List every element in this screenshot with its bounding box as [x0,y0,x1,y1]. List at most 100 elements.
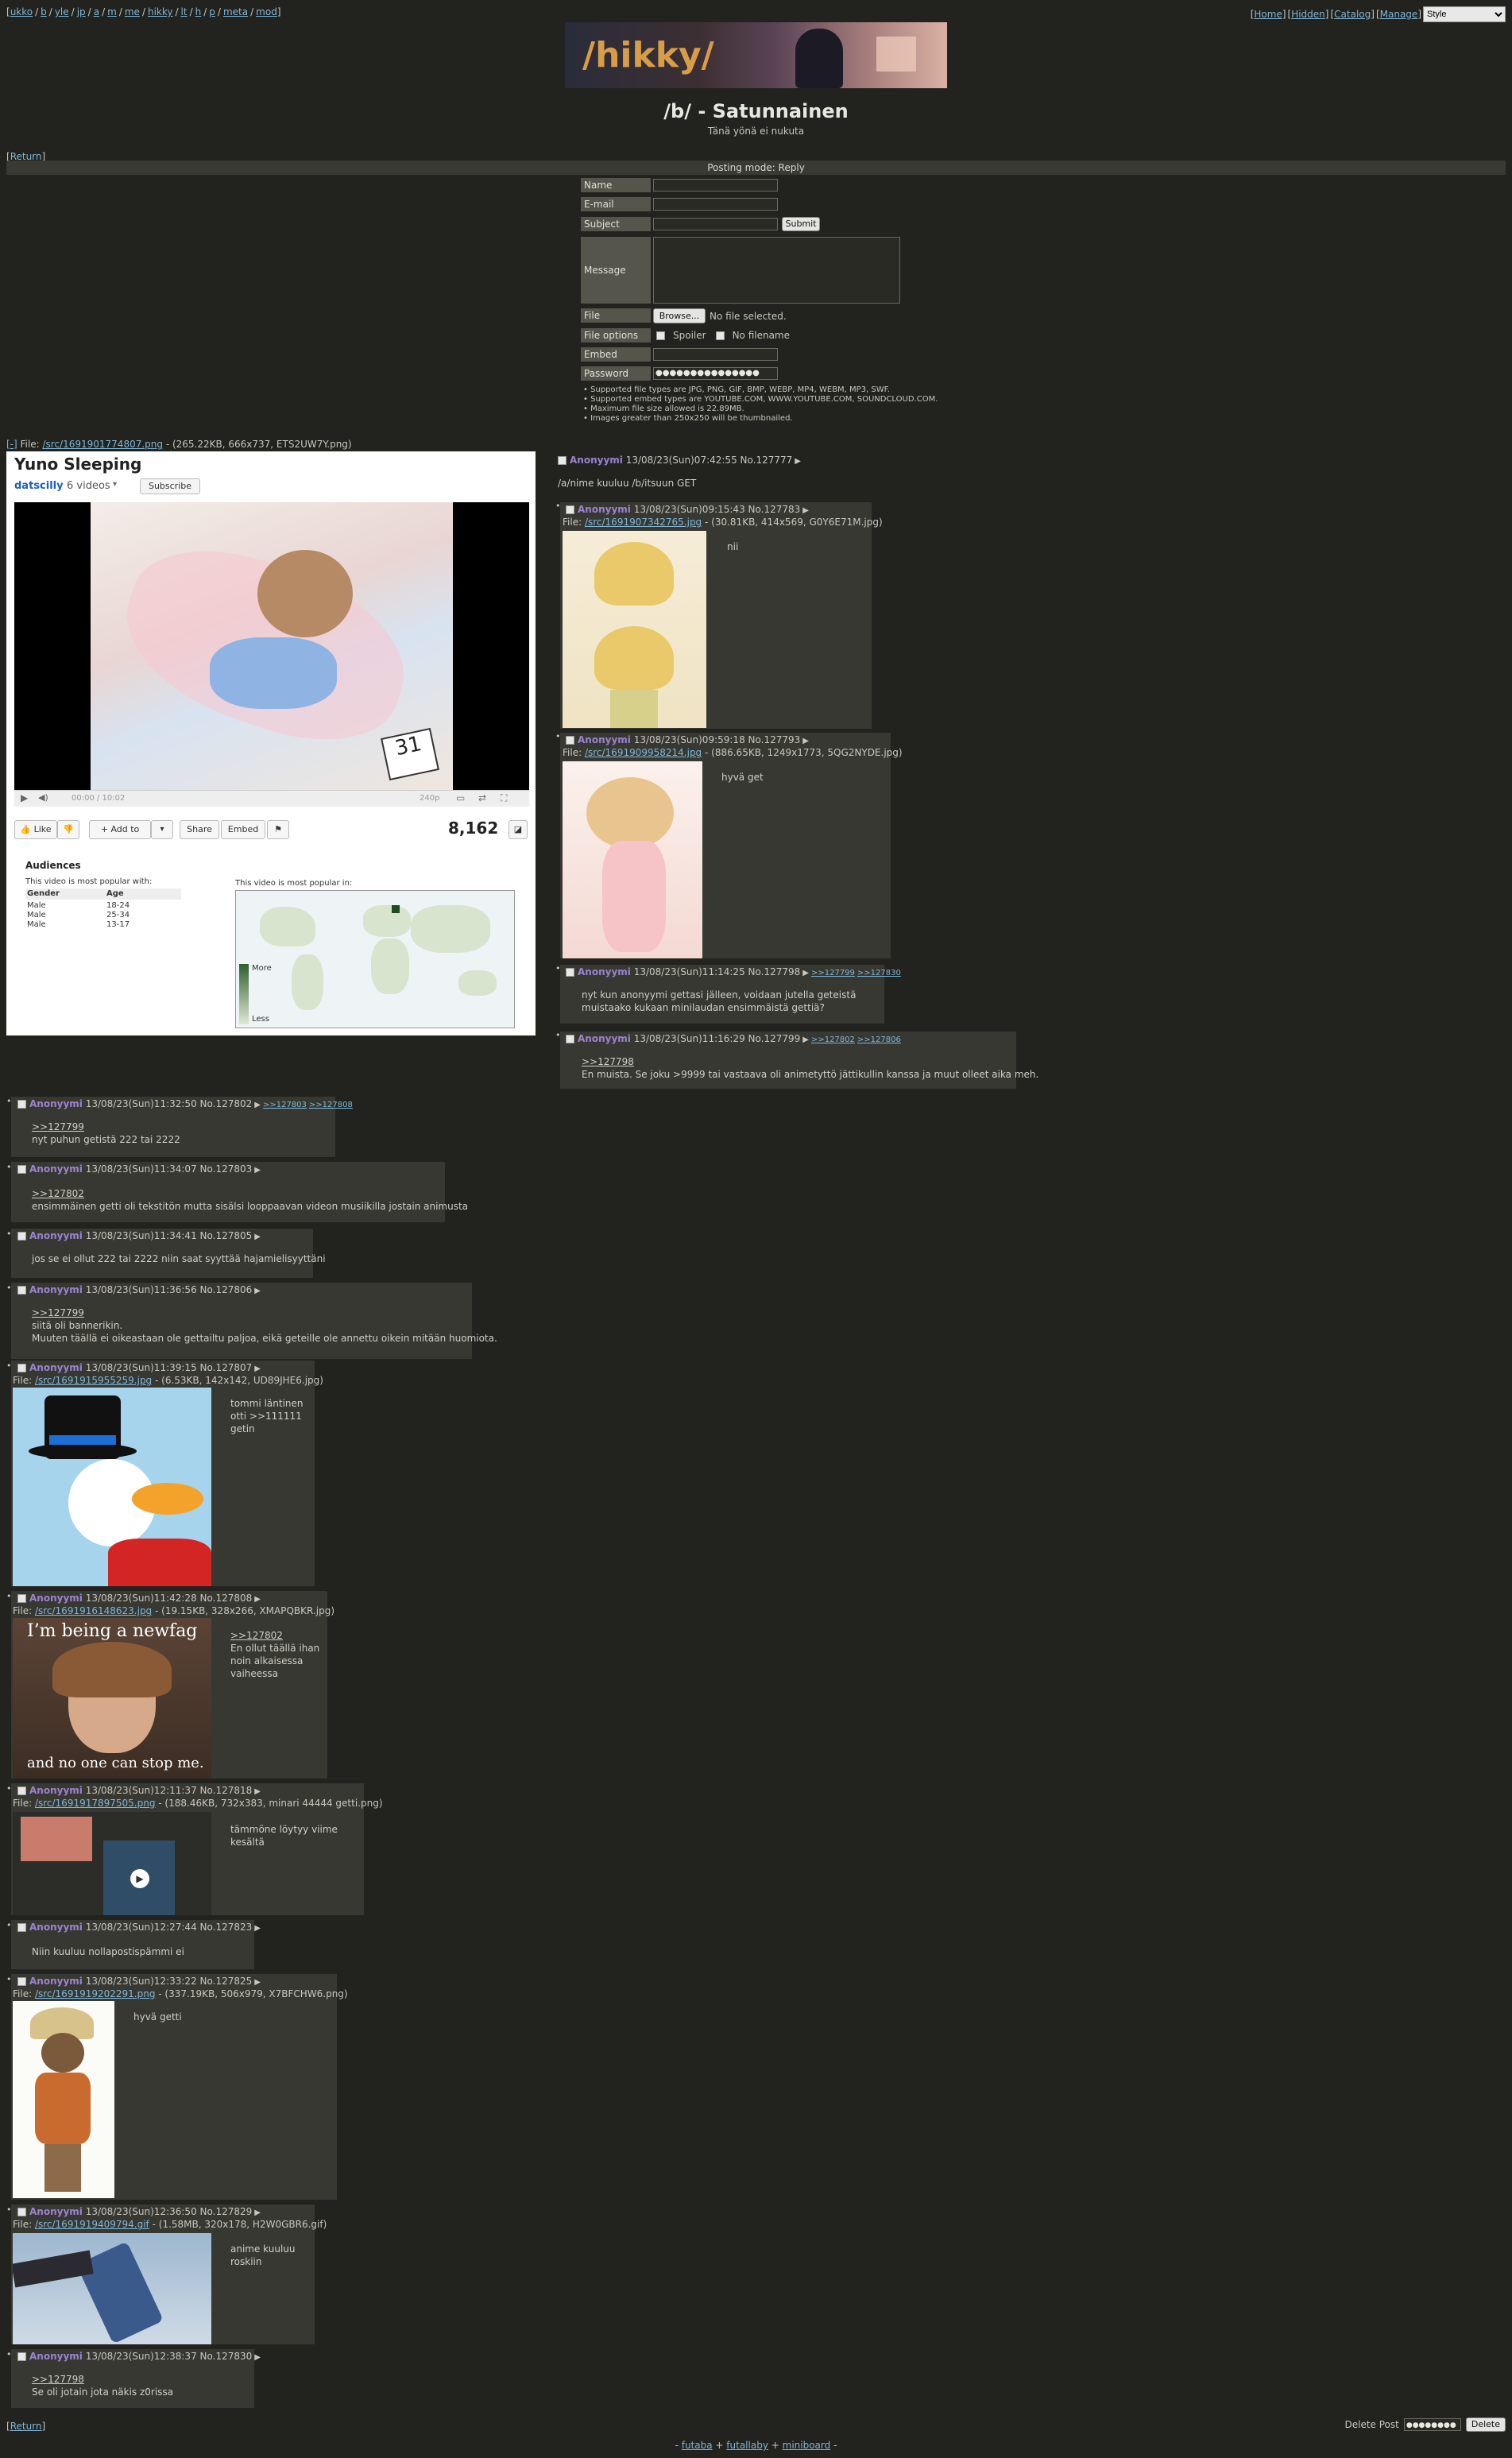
popout-icon[interactable]: ▭ [456,792,465,803]
board-link-b[interactable]: b [41,6,47,17]
quote-link[interactable]: >>127799 [32,1306,84,1319]
post-checkbox[interactable] [558,456,567,465]
message-textarea[interactable] [653,237,900,304]
like-button[interactable]: 👍 Like [14,820,57,839]
post-number[interactable]: No.127793 [748,734,801,745]
play-icon[interactable]: ▶ [130,1869,149,1888]
footer-link-futallaby[interactable]: futallaby [726,2440,768,2451]
channel-name[interactable]: datscilly [14,480,64,492]
post-checkbox[interactable] [17,1364,26,1372]
post-number[interactable]: No.127799 [748,1033,801,1044]
post-number[interactable]: No.127805 [200,1230,253,1241]
board-link-a[interactable]: a [94,6,99,17]
home-link[interactable]: Home [1254,9,1282,20]
post-thumbnail[interactable] [13,2001,114,2198]
stats-icon[interactable]: ◪ [509,820,528,839]
file-link[interactable]: /src/1691915955259.jpg [35,1375,152,1386]
file-link[interactable]: /src/1691909958214.jpg [585,747,702,758]
quote-link[interactable]: >>127798 [582,1055,634,1068]
post-number[interactable]: No.127802 [200,1098,253,1109]
return-link-bottom[interactable]: [Return] [6,2421,45,2432]
quote-link[interactable]: >>127799 [32,1121,84,1133]
quote-link[interactable]: >>127798 [32,2373,84,2386]
post-number[interactable]: No.127825 [200,1976,253,1987]
post-number[interactable]: No.127818 [200,1785,253,1796]
name-field[interactable] [653,179,778,192]
board-link-m[interactable]: m [107,6,117,17]
post-menu-arrow-icon[interactable]: ▶ [254,1287,261,1295]
post-thumbnail[interactable] [563,531,706,728]
board-link-mod[interactable]: mod [256,6,277,17]
post-menu-arrow-icon[interactable]: ▶ [254,1787,261,1796]
browse-button[interactable]: Browse... [653,308,706,323]
post-number[interactable]: No.127806 [200,1284,253,1295]
embed-field[interactable] [653,348,778,361]
post-menu-arrow-icon[interactable]: ▶ [254,2353,261,2362]
no-filename-checkbox[interactable] [715,331,725,340]
collapse-toggle[interactable]: [-] [6,439,17,450]
share-button[interactable]: Share [180,820,219,839]
post-menu-arrow-icon[interactable]: ▶ [254,2208,261,2217]
op-youtube-embed[interactable]: Yuno Sleeping datscilly 6 videos ▾ Subsc… [6,451,536,1035]
post-checkbox[interactable] [17,1594,26,1603]
post-checkbox[interactable] [17,1977,26,1986]
file-link[interactable]: /src/1691917897505.png [35,1798,156,1809]
post-checkbox[interactable] [17,1923,26,1932]
board-link-meta[interactable]: meta [223,6,248,17]
delete-button[interactable]: Delete [1465,2417,1506,2432]
post-checkbox[interactable] [17,2352,26,2361]
hidden-link[interactable]: Hidden [1291,9,1325,20]
post-thumbnail[interactable] [563,761,702,958]
quote-link[interactable]: >>127802 [32,1187,84,1200]
post-checkbox[interactable] [566,736,574,745]
post-number[interactable]: No.127783 [748,504,801,515]
file-link[interactable]: /src/1691916148623.jpg [35,1605,152,1616]
post-menu-arrow-icon[interactable]: ▶ [802,969,809,977]
quote-link[interactable]: >>127802 [230,1629,283,1642]
post-checkbox[interactable] [17,1286,26,1295]
backlink[interactable]: >>127808 [309,1101,353,1109]
post-number[interactable]: No.127803 [200,1163,253,1175]
fullscreen-icon[interactable]: ⛶ [501,792,507,804]
board-link-yle[interactable]: yle [55,6,69,17]
video-frame[interactable]: 31 [14,502,529,790]
post-menu-arrow-icon[interactable]: ▶ [802,506,809,515]
post-checkbox[interactable] [566,968,574,977]
chevron-down-icon[interactable]: ▾ [113,480,117,489]
op-file-link[interactable]: /src/1691901774807.png [42,439,163,450]
footer-link-futaba[interactable]: futaba [682,2440,713,2451]
file-link[interactable]: /src/1691919409794.gif [35,2219,149,2230]
spoiler-checkbox[interactable] [656,331,665,340]
post-number[interactable]: No.127830 [200,2351,253,2362]
footer-link-miniboard[interactable]: miniboard [783,2440,831,2451]
volume-icon[interactable]: ◀) [38,792,48,803]
post-menu-arrow-icon[interactable]: ▶ [802,737,809,745]
post-checkbox[interactable] [17,1100,26,1109]
post-number[interactable]: No.127823 [200,1922,253,1933]
post-checkbox[interactable] [566,505,574,514]
board-link-p[interactable]: p [209,6,215,17]
post-menu-arrow-icon[interactable]: ▶ [254,1595,261,1604]
style-select[interactable]: Style [1423,6,1506,22]
add-to-button[interactable]: + Add to [89,820,151,839]
backlink[interactable]: >>127806 [857,1035,901,1044]
subject-field[interactable] [653,218,778,230]
post-checkbox[interactable] [17,1786,26,1795]
post-checkbox[interactable] [17,1232,26,1241]
post-checkbox[interactable] [17,1165,26,1174]
post-menu-arrow-icon[interactable]: ▶ [254,1233,261,1241]
board-link-hikky[interactable]: hikky [148,6,173,17]
post-number[interactable]: No.127808 [200,1593,253,1604]
post-thumbnail[interactable]: ▶ [13,1812,211,1915]
post-menu-arrow-icon[interactable]: ▶ [795,457,801,466]
dislike-button[interactable]: 👎 [57,820,79,839]
backlink[interactable]: >>127830 [857,969,901,977]
post-number[interactable]: No.127777 [741,455,793,466]
post-menu-arrow-icon[interactable]: ▶ [254,1978,261,1987]
board-link-h[interactable]: h [195,6,202,17]
post-checkbox[interactable] [17,2208,26,2216]
post-thumbnail[interactable] [13,2233,211,2344]
post-number[interactable]: No.127807 [200,1362,253,1373]
backlink[interactable]: >>127799 [811,969,855,977]
delete-password-field[interactable]: ●●●●●●●● [1403,2418,1461,2431]
